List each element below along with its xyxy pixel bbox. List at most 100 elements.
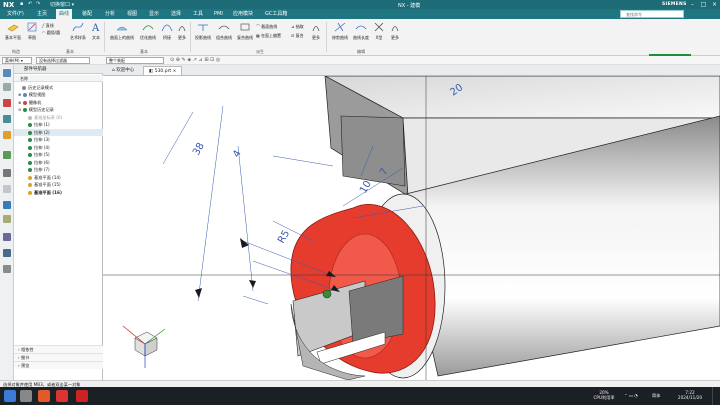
selection-filter-dropdown[interactable]: 没有选择过滤器: [36, 57, 90, 64]
ribbon: 基本平面 草图 ╱ 直线 ◠ 圆弧/圆 艺术样条 A 文本 曲面上的曲线 优化曲…: [0, 19, 720, 71]
undo-icon[interactable]: ↶: [28, 1, 32, 7]
web-browser-icon[interactable]: [3, 169, 11, 177]
tree-row-datum-plane-16[interactable]: 基准平面 (16): [14, 189, 103, 196]
ime-indicator[interactable]: 简体: [652, 393, 660, 398]
tab-home[interactable]: 主页: [34, 9, 50, 19]
wps-icon[interactable]: [56, 390, 68, 402]
optimize-curve-button[interactable]: 优化曲线: [137, 21, 159, 48]
title-bar: NX ▪ ↶ ↷ 切换窗口 ▾ NX - 建模 SIEMENS – □ ×: [0, 0, 720, 9]
dim-label-r5: R5: [276, 228, 292, 245]
view-triad[interactable]: [122, 325, 166, 368]
more-button-2[interactable]: 更多: [309, 21, 323, 48]
selection-toolbar: 菜单(M) ▾ 没有选择过滤器 整个装配 ⊙ ⊕ ✎ ◈ ↗ ⊿ ⊞ ⊡ ◎: [0, 56, 720, 65]
offset-on-face-button[interactable]: ▦ 在面上偏置: [256, 33, 281, 39]
trim-curve-button[interactable]: 修剪曲线: [330, 21, 350, 48]
project-curve-button[interactable]: 投影曲线: [193, 21, 213, 48]
minimize-icon[interactable]: –: [687, 0, 698, 9]
settings-icon[interactable]: [3, 69, 11, 77]
tree-row-extrude-1[interactable]: 拉伸 (1): [14, 121, 103, 128]
tab-view[interactable]: 视图: [124, 9, 140, 19]
section-curve-button[interactable]: ⌒ 截面曲线: [256, 24, 277, 30]
clock-icon[interactable]: [3, 249, 11, 257]
history-icon[interactable]: [3, 185, 11, 193]
more-button[interactable]: 更多: [175, 21, 189, 48]
more-button-3[interactable]: 更多: [388, 21, 402, 48]
menu-dropdown[interactable]: 菜单(M) ▾: [2, 57, 32, 64]
tab-tools[interactable]: 工具: [190, 9, 206, 19]
close-icon[interactable]: ×: [709, 0, 720, 9]
scope-dropdown[interactable]: 整个装配: [106, 57, 164, 64]
hd3d-icon[interactable]: [3, 151, 11, 159]
tab-file[interactable]: 文件(F): [4, 9, 27, 19]
tab-welcome[interactable]: ⌂ 欢迎中心: [107, 66, 139, 75]
nx-taskbar-icon[interactable]: [76, 390, 88, 402]
view-icon: [22, 93, 27, 97]
line-button[interactable]: ╱ 直线: [42, 23, 54, 29]
show-desktop-button[interactable]: [712, 387, 720, 405]
tab-display[interactable]: 显示: [146, 9, 162, 19]
snap-icons[interactable]: ⊙ ⊕ ✎ ◈ ↗ ⊿ ⊞ ⊡ ◎: [170, 57, 220, 63]
tree-row-model-views[interactable]: ⊕ 模型视图: [14, 91, 103, 98]
redo-icon[interactable]: ↷: [36, 1, 40, 7]
accordion-preview[interactable]: › 预览: [14, 361, 103, 369]
curve-length-button[interactable]: 曲线长度: [351, 21, 371, 48]
tree-row-extrude-5[interactable]: 拉伸 (5): [14, 151, 103, 158]
task-view-icon[interactable]: [20, 390, 32, 402]
arc-button[interactable]: ◠ 圆弧/圆: [42, 30, 60, 36]
system-materials-icon[interactable]: [3, 233, 11, 241]
clock[interactable]: 7:22 2024/11/20: [672, 390, 708, 400]
maximize-icon[interactable]: □: [698, 0, 709, 9]
trim-curve-icon: [334, 22, 346, 32]
sketch-icon: [27, 22, 37, 32]
tab-assembly[interactable]: 装配: [79, 9, 95, 19]
tab-gc-toolbox[interactable]: GC工具箱: [262, 9, 290, 19]
graphics-viewport[interactable]: 20 38 4 7 10 R5: [103, 76, 720, 380]
assembly-navigator-icon[interactable]: [3, 83, 11, 91]
tab-select[interactable]: 选择: [168, 9, 184, 19]
accordion-dependencies[interactable]: › 相依性: [14, 345, 103, 353]
constraint-navigator-icon[interactable]: [3, 99, 11, 107]
start-icon[interactable]: [4, 390, 16, 402]
switch-window-dropdown[interactable]: 切换窗口 ▾: [50, 1, 74, 8]
tab-part-file[interactable]: ◧ 530.prt ×: [143, 66, 183, 75]
x-form-button[interactable]: X型: [372, 21, 386, 48]
tree-row-datum-plane-15[interactable]: 基准平面 (15): [14, 181, 103, 188]
combine-curve-icon: [218, 25, 230, 30]
text-icon: A: [91, 23, 100, 33]
composite-curve-button[interactable]: 复合曲线: [235, 21, 255, 48]
palette-icon[interactable]: [3, 265, 11, 273]
save-icon[interactable]: ▪: [20, 1, 23, 7]
datum-plane-button[interactable]: 基本平面: [3, 21, 23, 48]
art-spline-button[interactable]: 艺术样条: [68, 21, 88, 48]
text-button[interactable]: A 文本: [89, 21, 103, 48]
search-input[interactable]: [621, 11, 683, 17]
group-label-derived: 派生: [256, 49, 264, 54]
tree-row-model-history[interactable]: ⊖ 模型历史记录: [14, 106, 103, 113]
extract-button[interactable]: ⊿ 抽取: [291, 24, 304, 30]
tab-analysis[interactable]: 分析: [102, 9, 118, 19]
composite-button[interactable]: ⊡ 复合: [291, 33, 304, 39]
extrude-icon: [28, 153, 32, 157]
accordion-details[interactable]: › 细节: [14, 353, 103, 361]
navigator-column-name[interactable]: 名称: [14, 75, 103, 82]
tab-curve[interactable]: 曲线: [56, 9, 73, 19]
part-navigator-icon[interactable]: [3, 115, 11, 123]
spline-icon: [72, 22, 84, 32]
part-icon: ◧: [149, 69, 154, 74]
firefox-icon[interactable]: [38, 390, 50, 402]
line-icon: ╱: [42, 23, 45, 28]
model-canvas[interactable]: 20 38 4 7 10 R5: [103, 76, 720, 380]
process-studio-icon[interactable]: [3, 201, 11, 209]
reuse-library-icon[interactable]: [3, 131, 11, 139]
tree-row-extrude-3[interactable]: 拉伸 (3): [14, 136, 103, 143]
tray-icons[interactable]: ⌃ ▭ ◔: [624, 393, 638, 398]
tab-pmi[interactable]: PMI: [211, 9, 226, 19]
command-search[interactable]: [620, 10, 684, 18]
roles-icon[interactable]: [3, 215, 11, 223]
bridge-button[interactable]: 桥接: [160, 21, 174, 48]
tree-row-extrude-7[interactable]: 拉伸 (7): [14, 166, 103, 173]
combine-curve-button[interactable]: 组合曲线: [214, 21, 234, 48]
curve-on-surface-button[interactable]: 曲面上的曲线: [108, 21, 136, 48]
sketch-button[interactable]: 草图: [24, 21, 40, 48]
tab-applications[interactable]: 应用模块: [230, 9, 256, 19]
